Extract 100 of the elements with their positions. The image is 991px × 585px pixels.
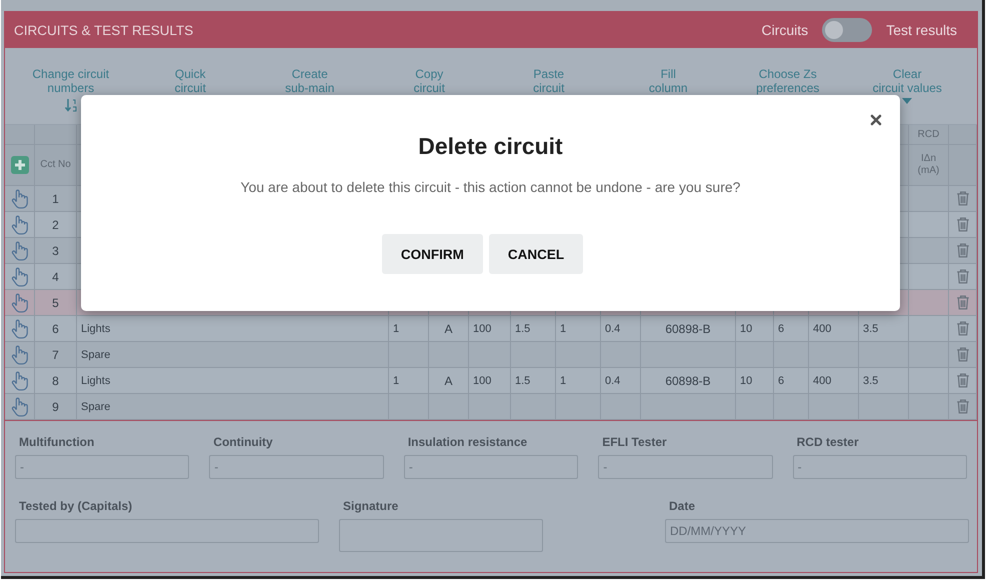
trash-icon[interactable] (956, 295, 970, 310)
table-cell: 1.5 (511, 368, 556, 394)
table-cell (429, 342, 469, 368)
table-cell: 60898-B (641, 368, 736, 394)
sort-icon (64, 98, 78, 112)
trash-icon[interactable] (956, 399, 970, 414)
table-cell (774, 394, 809, 420)
table-cell (601, 394, 641, 420)
field-label: Insulation resistance (406, 435, 528, 449)
table-cell: 1 (389, 316, 429, 342)
table-cell: 10 (736, 368, 774, 394)
input-field[interactable]: - (404, 455, 578, 479)
hand-icon[interactable] (10, 240, 28, 260)
field-label: Continuity (212, 435, 274, 449)
toolbar-button[interactable]: Clear circuit values (848, 48, 967, 124)
input-field[interactable]: DD/MM/YYYY (665, 519, 969, 543)
table-cell: 0.4 (601, 316, 641, 342)
table-cell: 1 (556, 316, 601, 342)
input-field[interactable]: - (209, 455, 384, 479)
table-cell (469, 342, 511, 368)
table-cell: 3.5 (859, 368, 909, 394)
table-cell (859, 342, 909, 368)
table-cell: Spare (77, 342, 389, 368)
trash-icon[interactable] (956, 269, 970, 284)
table-cell: 1 (556, 368, 601, 394)
table-cell: 400 (809, 316, 859, 342)
table-cell: 3 (35, 238, 77, 264)
table-cell (389, 342, 429, 368)
table-cell: 0.4 (601, 368, 641, 394)
table-cell (511, 342, 556, 368)
dialog-title: Delete circuit (418, 133, 563, 160)
table-cell: 6 (774, 316, 809, 342)
table-cell (809, 394, 859, 420)
field-label: Signature (342, 499, 400, 513)
table-cell: Lights (77, 316, 389, 342)
table-cell (736, 342, 774, 368)
hand-icon[interactable] (10, 214, 28, 234)
trash-icon[interactable] (956, 217, 970, 232)
close-icon[interactable] (870, 114, 882, 126)
table-cell: 100 (469, 368, 511, 394)
column-header: IΔn (mA) (909, 145, 949, 186)
table-cell: 2 (35, 212, 77, 238)
table-cell: 400 (809, 368, 859, 394)
hand-icon[interactable] (10, 266, 28, 286)
hand-icon[interactable] (10, 344, 28, 364)
table-cell: 1.5 (511, 316, 556, 342)
view-toggle[interactable] (822, 18, 872, 42)
field-label: EFLI Tester (601, 435, 668, 449)
trash-icon[interactable] (956, 243, 970, 258)
hand-icon[interactable] (10, 292, 28, 312)
table-cell: 1 (35, 186, 77, 212)
caret-icon (902, 98, 912, 104)
input-field[interactable]: - (15, 455, 190, 479)
table-cell (556, 394, 601, 420)
table-cell: 8 (35, 368, 77, 394)
trash-icon[interactable] (956, 347, 970, 362)
dialog-button[interactable]: CONFIRM (382, 234, 483, 274)
table-cell: 7 (35, 342, 77, 368)
table-cell (389, 394, 429, 420)
table-cell (469, 394, 511, 420)
column-header: Cct No (35, 145, 77, 186)
field-label: RCD tester (796, 435, 860, 449)
table-cell (601, 342, 641, 368)
column-group-header: RCD (909, 125, 949, 145)
hand-icon[interactable] (10, 318, 28, 338)
hand-icon[interactable] (10, 370, 28, 390)
hand-icon[interactable] (10, 188, 28, 208)
table-cell: 6 (35, 316, 77, 342)
toggle-label: Test results (886, 22, 957, 38)
table-cell (859, 394, 909, 420)
table-cell (774, 342, 809, 368)
field-label: Tested by (Capitals) (18, 499, 134, 513)
table-cell: Lights (77, 368, 389, 394)
table-cell (511, 394, 556, 420)
table-cell: 10 (736, 316, 774, 342)
table-cell: 6 (774, 368, 809, 394)
table-cell (556, 342, 601, 368)
input-field[interactable]: - (792, 455, 968, 479)
signature-field[interactable] (339, 519, 543, 552)
table-cell: 60898-B (641, 316, 736, 342)
trash-icon[interactable] (956, 191, 970, 206)
table-cell (429, 394, 469, 420)
toolbar-button[interactable]: Change circuit numbers (11, 48, 130, 124)
table-cell: 9 (35, 394, 77, 420)
field-label: Multifunction (18, 435, 96, 449)
field-label: Date (668, 499, 696, 513)
table-cell: Spare (77, 394, 389, 420)
table-cell: 100 (469, 316, 511, 342)
trash-icon[interactable] (956, 321, 970, 336)
table-cell: 1 (389, 368, 429, 394)
table-cell: 3.5 (859, 316, 909, 342)
toggle-label: Circuits (762, 22, 808, 38)
input-field[interactable] (15, 519, 319, 543)
trash-icon[interactable] (956, 373, 970, 388)
table-cell: A (429, 368, 469, 394)
add-icon (10, 156, 28, 174)
hand-icon[interactable] (10, 396, 28, 416)
dialog-button[interactable]: CANCEL (488, 234, 584, 274)
table-cell (809, 342, 859, 368)
input-field[interactable]: - (598, 455, 773, 479)
